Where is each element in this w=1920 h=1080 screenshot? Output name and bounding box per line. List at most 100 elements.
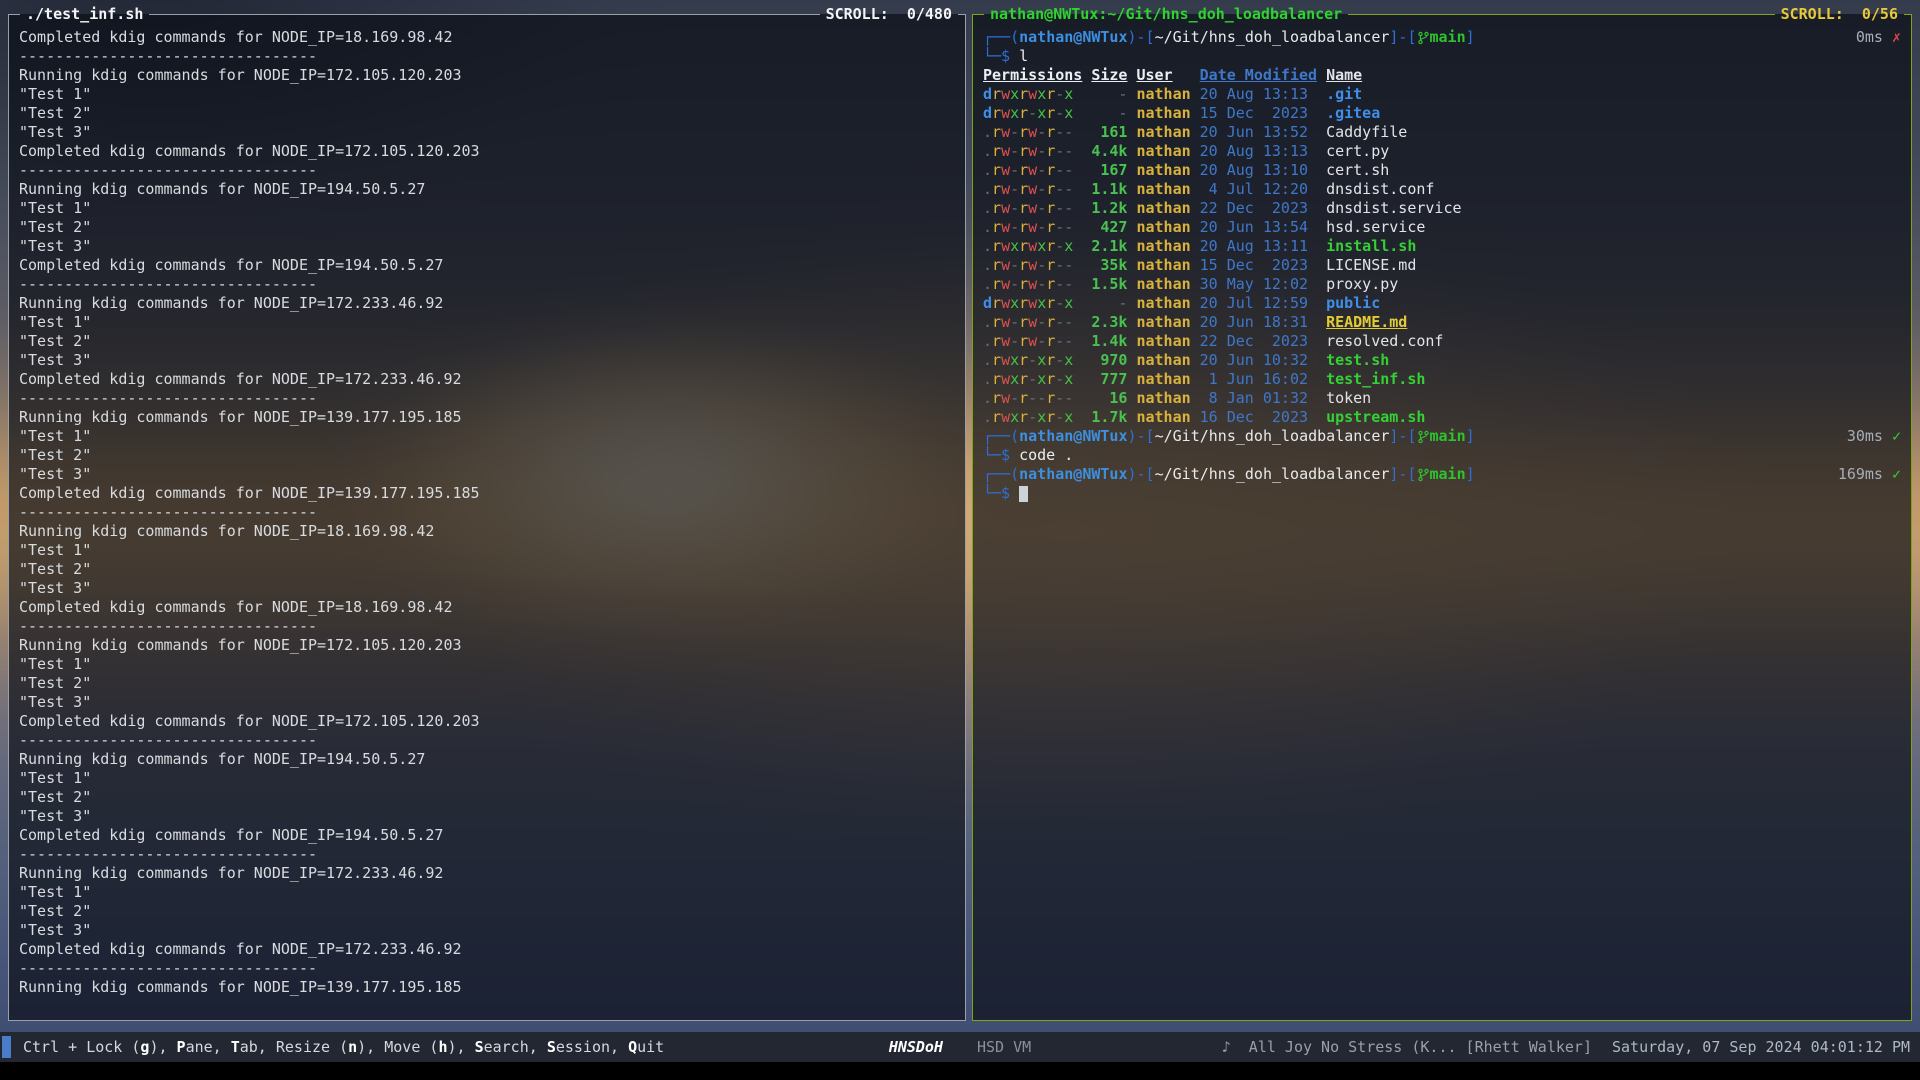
header-size: Size — [1091, 66, 1127, 85]
prompt-header: ┌──( nathan@NWTux )-[ ~/Git/hns_doh_load… — [983, 28, 1901, 47]
pane-shell[interactable]: nathan@NWTux:~/Git/hns_doh_loadbalancer … — [972, 14, 1912, 1021]
file-date: 20 Jun 10:32 — [1200, 351, 1317, 370]
cmd-status-icon: ✓ — [1892, 465, 1901, 484]
file-date: 20 Aug 13:11 — [1200, 237, 1317, 256]
terminal-line: "Test 2" — [19, 446, 955, 465]
terminal-line: Running kdig commands for NODE_IP=172.23… — [19, 294, 955, 313]
file-date: 15 Dec 2023 — [1200, 104, 1317, 123]
file-row: .rw-rw-r--2.3knathan20 Jun 18:31README.m… — [983, 313, 1901, 332]
prompt-input[interactable]: └─$ code . — [983, 446, 1901, 465]
file-name: hsd.service — [1326, 218, 1901, 237]
file-size: 2.1k — [1091, 237, 1127, 256]
cmd-duration: 0ms — [1856, 28, 1883, 47]
file-date: 20 Aug 13:13 — [1200, 142, 1317, 161]
prompt-frame: └─$ — [983, 446, 1010, 465]
file-date: 20 Jun 13:52 — [1200, 123, 1317, 142]
prompt-path: ~/Git/hns_doh_loadbalancer — [1155, 427, 1390, 446]
file-row: .rwxr-xr-x970nathan20 Jun 10:32test.sh — [983, 351, 1901, 370]
file-size: 1.5k — [1091, 275, 1127, 294]
tab-hsd-vm[interactable]: HSD VM — [977, 1038, 1031, 1056]
file-user: nathan — [1136, 161, 1190, 180]
file-date: 22 Dec 2023 — [1200, 199, 1317, 218]
file-date: 8 Jan 01:32 — [1200, 389, 1317, 408]
file-user: nathan — [1136, 142, 1190, 161]
terminal-line: Completed kdig commands for NODE_IP=172.… — [19, 940, 955, 959]
terminal-line: "Test 3" — [19, 579, 955, 598]
left-pane-output[interactable]: Completed kdig commands for NODE_IP=18.1… — [9, 14, 965, 1020]
shell-output[interactable]: ┌──( nathan@NWTux )-[ ~/Git/hns_doh_load… — [973, 14, 1911, 1020]
prompt-header: ┌──( nathan@NWTux )-[ ~/Git/hns_doh_load… — [983, 465, 1901, 484]
keybind-hints: Ctrl + Lock (g), Pane, Tab, Resize (n), … — [23, 1038, 664, 1056]
terminal-line: Completed kdig commands for NODE_IP=139.… — [19, 484, 955, 503]
file-row: .rw-rw-r--427nathan20 Jun 13:54hsd.servi… — [983, 218, 1901, 237]
file-permissions: drwxrwxr-x — [983, 85, 1082, 104]
file-date: 20 Aug 13:13 — [1200, 85, 1317, 104]
prompt-input-current[interactable]: └─$ — [983, 484, 1901, 503]
file-name: proxy.py — [1326, 275, 1901, 294]
terminal-line: --------------------------------- — [19, 617, 955, 636]
tab-hnsdoh[interactable]: HNSDoH — [889, 1038, 943, 1056]
file-permissions: .rwxr-xr-x — [983, 370, 1082, 389]
desktop: ./test_inf.sh SCROLL: 0/480 Completed kd… — [0, 0, 1920, 1080]
hint-segment: ), — [447, 1038, 474, 1056]
file-date: 4 Jul 12:20 — [1200, 180, 1317, 199]
file-size: 1.7k — [1091, 408, 1127, 427]
prompt-frame: )-[ — [1128, 28, 1155, 47]
file-user: nathan — [1136, 218, 1190, 237]
terminal-cursor[interactable] — [1019, 486, 1028, 502]
file-permissions: .rw-rw-r-- — [983, 161, 1082, 180]
hint-segment: Q — [628, 1038, 637, 1056]
terminal-line: Completed kdig commands for NODE_IP=194.… — [19, 256, 955, 275]
file-permissions: .rwxrwxr-x — [983, 237, 1082, 256]
hint-segment: ), — [149, 1038, 176, 1056]
clock: Saturday, 07 Sep 2024 04:01:12 PM — [1612, 1038, 1910, 1056]
file-user: nathan — [1136, 256, 1190, 275]
prompt-path: ~/Git/hns_doh_loadbalancer — [1155, 28, 1390, 47]
file-date: 30 May 12:02 — [1200, 275, 1317, 294]
file-permissions: .rw-rw-r-- — [983, 123, 1082, 142]
file-date: 1 Jun 16:02 — [1200, 370, 1317, 389]
git-branch-icon — [1418, 31, 1429, 45]
terminal-line: "Test 3" — [19, 465, 955, 484]
terminal-line: --------------------------------- — [19, 47, 955, 66]
terminal-line: "Test 2" — [19, 332, 955, 351]
file-size: 777 — [1091, 370, 1127, 389]
pane-test-script[interactable]: ./test_inf.sh SCROLL: 0/480 Completed kd… — [8, 14, 966, 1021]
prompt-user-host: nathan@NWTux — [1019, 427, 1127, 446]
bottom-strip — [0, 1062, 1920, 1080]
prompt-frame: ┌──( — [983, 465, 1019, 484]
command-text: code . — [1010, 446, 1073, 465]
terminal-line: Running kdig commands for NODE_IP=172.10… — [19, 636, 955, 655]
file-name: .git — [1326, 85, 1901, 104]
file-user: nathan — [1136, 237, 1190, 256]
file-name: cert.sh — [1326, 161, 1901, 180]
terminal-line: Completed kdig commands for NODE_IP=172.… — [19, 712, 955, 731]
terminal-line: "Test 1" — [19, 199, 955, 218]
file-permissions: .rw-rw-r-- — [983, 218, 1082, 237]
terminal-line: --------------------------------- — [19, 731, 955, 750]
file-size: 1.1k — [1091, 180, 1127, 199]
terminal-line: Completed kdig commands for NODE_IP=172.… — [19, 370, 955, 389]
terminal-line: "Test 1" — [19, 85, 955, 104]
prompt-input[interactable]: └─$ l — [983, 47, 1901, 66]
file-row: .rw-rw-r--4.4knathan20 Aug 13:13cert.py — [983, 142, 1901, 161]
terminal-line: --------------------------------- — [19, 959, 955, 978]
git-branch-name: main — [1430, 28, 1466, 47]
terminal-line: "Test 1" — [19, 313, 955, 332]
terminal-line: --------------------------------- — [19, 845, 955, 864]
cmd-duration: 30ms — [1847, 427, 1883, 446]
file-name: resolved.conf — [1326, 332, 1901, 351]
terminal-line: "Test 2" — [19, 902, 955, 921]
file-size: - — [1091, 85, 1127, 104]
right-status: ♪ All Joy No Stress (K... [Rhett Walker]… — [1222, 1038, 1920, 1056]
cmd-status-icon: ✓ — [1892, 427, 1901, 446]
file-row: .rwxrwxr-x2.1knathan20 Aug 13:11install.… — [983, 237, 1901, 256]
file-size: - — [1091, 104, 1127, 123]
terminal-line: Completed kdig commands for NODE_IP=18.1… — [19, 28, 955, 47]
file-date: 22 Dec 2023 — [1200, 332, 1317, 351]
hint-segment: Ctrl + Lock ( — [23, 1038, 140, 1056]
file-user: nathan — [1136, 123, 1190, 142]
file-permissions: drwxrwxr-x — [983, 294, 1082, 313]
file-permissions: .rw-rw-r-- — [983, 332, 1082, 351]
prompt-frame: ┌──( — [983, 427, 1019, 446]
